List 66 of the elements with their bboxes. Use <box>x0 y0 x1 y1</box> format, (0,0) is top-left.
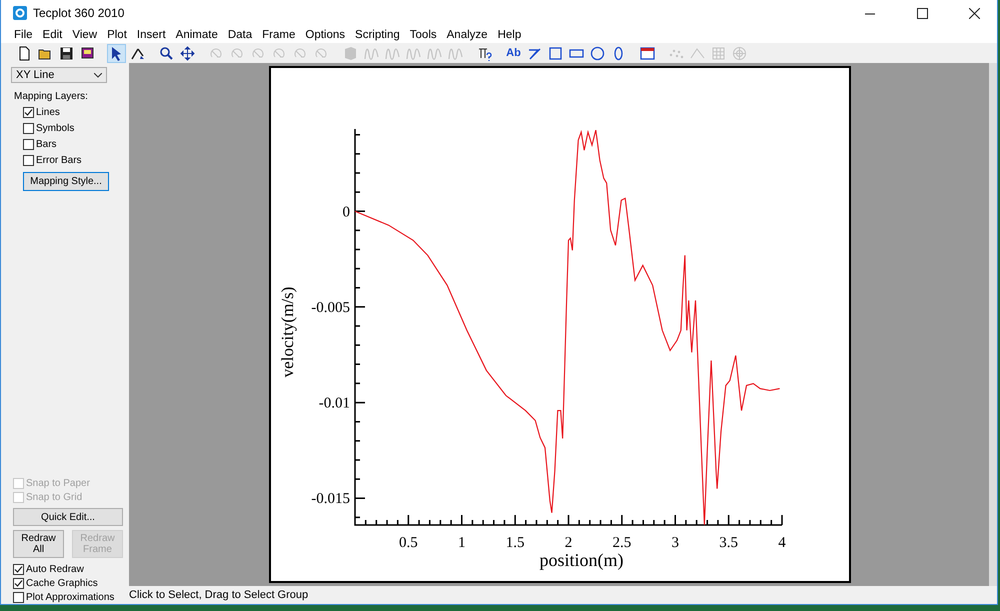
close-icon <box>968 8 980 18</box>
menu-item[interactable]: Data <box>222 28 258 40</box>
status-text: Click to Select, Drag to Select Group <box>129 589 308 601</box>
zoom-icon <box>158 44 175 62</box>
tick-label: -0.005 <box>311 300 350 316</box>
checkbox[interactable] <box>13 564 24 574</box>
menu-item[interactable]: Plot <box>102 28 132 40</box>
menu-item[interactable]: Help <box>492 28 526 40</box>
circle-icon <box>589 44 606 62</box>
tick-label: 2 <box>564 535 572 551</box>
tick-label: 4 <box>778 535 786 551</box>
menu-item[interactable]: File <box>9 28 38 40</box>
checkbox-label: Lines <box>36 106 60 118</box>
menu-item[interactable]: Tools <box>404 28 442 40</box>
checkbox-label: Error Bars <box>36 154 82 166</box>
maximize-icon <box>916 8 928 18</box>
checkbox-label: Cache Graphics <box>26 578 98 588</box>
tick-label: 3 <box>672 535 679 551</box>
axis-title: velocity(m/s) <box>278 286 297 378</box>
menu-item[interactable]: Scripting <box>350 28 405 40</box>
checkbox-label: Bars <box>36 138 57 150</box>
checkbox-label: Snap to Paper <box>26 478 90 488</box>
square-icon <box>547 44 564 62</box>
move-icon <box>179 44 196 62</box>
checkbox-label: Symbols <box>36 122 74 134</box>
tick-label: 0 <box>342 204 350 220</box>
menu-item[interactable]: Insert <box>132 28 171 40</box>
checkbox[interactable] <box>23 154 34 166</box>
grid-icon <box>710 44 727 62</box>
tick-label: 1 <box>458 535 466 551</box>
move-tool[interactable] <box>178 44 197 62</box>
checkbox[interactable] <box>13 592 24 602</box>
app-logo-icon <box>13 6 27 20</box>
window-title: Tecplot 360 2010 <box>33 6 126 20</box>
tick-label: 3.5 <box>719 535 738 551</box>
menu-item[interactable]: Animate <box>170 28 223 40</box>
save-icon <box>58 44 75 62</box>
checkbox-label: Plot Approximations <box>26 592 114 602</box>
menu-item[interactable]: Options <box>300 28 350 40</box>
checkbox[interactable] <box>23 138 34 150</box>
tick-label: -0.01 <box>318 396 350 412</box>
polar-grid-icon <box>731 44 748 62</box>
plot-type-dropdown[interactable]: XY Line <box>11 67 107 83</box>
axis-title: position(m) <box>540 550 624 570</box>
menu-item[interactable]: Analyze <box>442 28 493 40</box>
quick-edit-button[interactable]: Quick Edit... <box>13 508 123 526</box>
frame-icon <box>639 44 656 62</box>
menu-item[interactable]: Edit <box>38 28 68 40</box>
tick-label: -0.015 <box>311 491 350 508</box>
checkbox-label: Auto Redraw <box>26 564 84 574</box>
redraw-button[interactable]: Redraw All <box>13 530 64 558</box>
tick-label: 1.5 <box>506 535 524 551</box>
tick-label: 0.5 <box>399 535 418 551</box>
section-heading: Mapping Layers: <box>13 90 89 104</box>
checkbox[interactable] <box>23 106 34 118</box>
checkbox-label: Snap to Grid <box>26 492 82 502</box>
menu-item[interactable]: View <box>67 28 102 40</box>
checkbox[interactable] <box>23 122 34 134</box>
printer-icon <box>79 44 96 62</box>
pointer-tool[interactable] <box>107 44 126 62</box>
checkbox[interactable] <box>13 578 24 588</box>
menu-item[interactable]: Frame <box>257 28 300 40</box>
chevron-down-icon <box>94 72 102 78</box>
mapping-style-button[interactable]: Mapping Style... <box>23 172 109 191</box>
text-tool[interactable]: Ab <box>504 44 523 62</box>
tick-label: 2.5 <box>612 535 632 551</box>
